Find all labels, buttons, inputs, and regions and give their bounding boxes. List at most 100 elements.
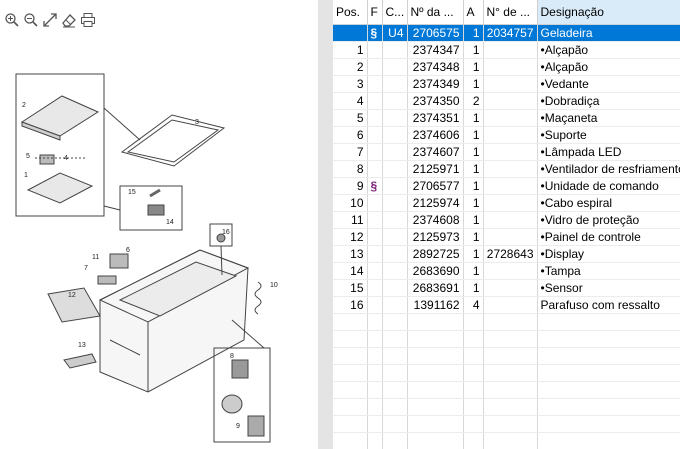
empty-cell [483,398,538,416]
empty-row [333,432,680,449]
cell-a: 1 [463,41,484,59]
cell-pos: 12 [333,228,368,246]
empty-cell [407,347,464,365]
cell-pos: 5 [333,109,368,127]
empty-cell [483,364,538,382]
empty-cell [407,364,464,382]
cell-n2 [483,126,538,144]
table-row[interactable]: 2 2374348 1 •Alçapão [333,58,680,76]
fit-icon[interactable] [42,12,58,28]
cell-f [367,126,383,144]
table-row[interactable]: 8 2125971 1 •Ventilador de resfriamento [333,160,680,178]
empty-cell [382,415,408,433]
empty-cell [382,381,408,399]
empty-cell [382,347,408,365]
column-header-pos[interactable]: Pos. [333,0,368,25]
cell-num: 2374351 [407,109,464,127]
cell-a: 1 [463,143,484,161]
table-row[interactable]: 13 2892725 1 2728643 •Display [333,245,680,263]
empty-cell [382,364,408,382]
label-13: 13 [78,342,86,349]
column-header-n2[interactable]: N° de ... [483,0,538,25]
empty-cell [367,398,383,416]
empty-cell [367,432,383,449]
empty-cell [483,313,538,331]
label-4: 4 [64,155,68,162]
column-header-f[interactable]: F [367,0,383,25]
table-row[interactable]: 3 2374349 1 •Vedante [333,75,680,93]
table-row[interactable]: 12 2125973 1 •Painel de controle [333,228,680,246]
print-icon[interactable] [80,12,96,28]
cell-a: 2 [463,92,484,110]
cell-c [382,160,408,178]
column-header-c[interactable]: C... [382,0,408,25]
cell-num: 2892725 [407,245,464,263]
empty-cell [463,364,484,382]
cell-n2 [483,160,538,178]
cell-num: 2374608 [407,211,464,229]
table-row[interactable]: 16 1391162 4 Parafuso com ressalto [333,296,680,314]
column-header-part-number[interactable]: Nº da ... [407,0,464,25]
table-row[interactable]: § U4 2706575 1 2034757 Geladeira [333,24,680,42]
cell-pos: 11 [333,211,368,229]
empty-cell [537,347,680,365]
cell-f [367,41,383,59]
label-2: 2 [22,102,26,109]
table-row[interactable]: 1 2374347 1 •Alçapão [333,41,680,59]
cell-num: 2374350 [407,92,464,110]
label-7: 7 [84,265,88,272]
label-1: 1 [24,172,28,179]
cell-pos: 13 [333,245,368,263]
cell-num: 2683690 [407,262,464,280]
cell-n2 [483,262,538,280]
empty-cell [463,347,484,365]
splitter[interactable] [318,0,333,449]
cell-desc: •Display [537,245,680,263]
column-header-designation[interactable]: Designação [537,0,680,25]
cell-a: 1 [463,177,484,195]
table-row[interactable]: 10 2125974 1 •Cabo espiral [333,194,680,212]
label-9: 9 [236,423,240,430]
cell-n2: 2034757 [483,24,538,42]
table-row[interactable]: 11 2374608 1 •Vidro de proteção [333,211,680,229]
cell-desc: Geladeira [537,24,680,42]
label-8: 8 [230,353,234,360]
cell-num: 2125974 [407,194,464,212]
cell-f [367,296,383,314]
cell-c [382,245,408,263]
cell-num: 2374347 [407,41,464,59]
cell-pos: 15 [333,279,368,297]
column-header-a[interactable]: A [463,0,484,25]
zoom-in-icon[interactable] [4,12,20,28]
table-row[interactable]: 15 2683691 1 •Sensor [333,279,680,297]
empty-cell [463,415,484,433]
cell-num: 2125971 [407,160,464,178]
table-row[interactable]: 6 2374606 1 •Suporte [333,126,680,144]
table-row[interactable]: 9 § 2706577 1 •Unidade de comando [333,177,680,195]
cell-f [367,92,383,110]
empty-cell [463,398,484,416]
cell-a: 1 [463,211,484,229]
empty-cell [537,330,680,348]
empty-cell [367,313,383,331]
cell-n2 [483,177,538,195]
table-row[interactable]: 14 2683690 1 •Tampa [333,262,680,280]
zoom-out-icon[interactable] [23,12,39,28]
cell-desc: •Lâmpada LED [537,143,680,161]
cell-desc: Parafuso com ressalto [537,296,680,314]
cell-a: 1 [463,245,484,263]
empty-cell [333,330,368,348]
cell-pos: 16 [333,296,368,314]
cell-f: § [367,24,383,42]
cell-c [382,194,408,212]
table-row[interactable]: 4 2374350 2 •Dobradiça [333,92,680,110]
table-row[interactable]: 7 2374607 1 •Lâmpada LED [333,143,680,161]
cell-desc: •Suporte [537,126,680,144]
cell-a: 1 [463,58,484,76]
empty-row [333,313,680,331]
cell-num: 2706575 [407,24,464,42]
cell-num: 2706577 [407,177,464,195]
cell-n2 [483,75,538,93]
table-row[interactable]: 5 2374351 1 •Maçaneta [333,109,680,127]
eraser-icon[interactable] [61,12,77,28]
